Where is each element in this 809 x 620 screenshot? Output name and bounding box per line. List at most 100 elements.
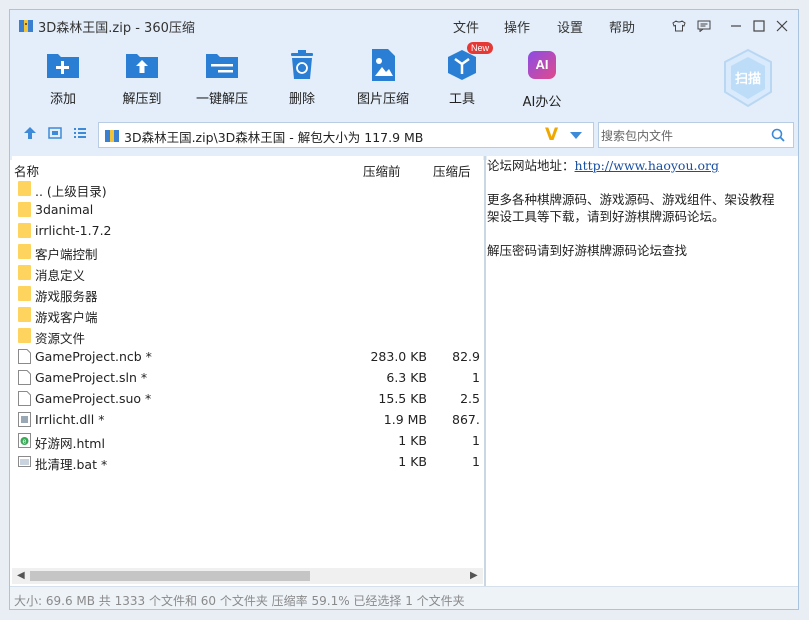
close-icon[interactable]: [771, 16, 793, 36]
one-click-extract-button[interactable]: 一键解压: [182, 48, 262, 107]
folder-icon: [18, 223, 31, 238]
file-name: 3danimal: [35, 202, 94, 217]
add-button[interactable]: 添加: [23, 48, 103, 107]
add-folder-icon: [47, 54, 79, 78]
ai-icon: AI: [528, 51, 556, 79]
file-size: 1.9 MB: [383, 412, 427, 427]
minimize-icon[interactable]: [725, 16, 747, 36]
file-name: 资源文件: [35, 331, 86, 346]
feedback-icon[interactable]: [693, 16, 715, 36]
folder-icon: [18, 307, 31, 322]
file-row[interactable]: 消息定义: [12, 262, 483, 283]
menu-file[interactable]: 文件: [453, 17, 479, 36]
file-size: 15.5 KB: [378, 391, 427, 406]
app-window: 3D森林王国.zip - 360压缩 文件 操作 设置 帮助 添加 解压到 一键…: [9, 9, 799, 610]
menu-help[interactable]: 帮助: [609, 17, 635, 36]
folder-icon: [18, 244, 31, 259]
file-row[interactable]: 资源文件: [12, 325, 483, 346]
scan-label: 扫描: [734, 72, 761, 87]
one-click-extract-label: 一键解压: [195, 92, 248, 107]
file-row[interactable]: 游戏服务器: [12, 283, 483, 304]
file-row[interactable]: GameProject.sln * 6.3 KB 1: [12, 367, 483, 388]
comment-line-3: 架设工具等下载，请到好游棋牌源码论坛。: [487, 209, 725, 224]
file-row[interactable]: Irrlicht.dll * 1.9 MB 867.0: [12, 409, 483, 430]
file-row[interactable]: 3danimal: [12, 199, 483, 220]
search-icon[interactable]: [771, 128, 785, 142]
verify-check-icon[interactable]: V: [545, 125, 558, 145]
image-compress-button[interactable]: 图片压缩: [343, 48, 423, 107]
scroll-thumb[interactable]: [30, 571, 310, 581]
file-packed-size: 1: [472, 433, 480, 448]
search-box: [598, 122, 794, 149]
delete-label: 删除: [288, 92, 315, 107]
scroll-left-icon[interactable]: ◀: [17, 570, 25, 581]
file-rows: .. (上级目录) 3danimal irrlicht-1.7.2 客户端控制 消息定义…: [12, 178, 483, 472]
extract-to-button[interactable]: 解压到: [102, 48, 182, 107]
image-compress-icon: [372, 49, 395, 81]
pane-divider[interactable]: [484, 156, 486, 586]
document-file-icon: [18, 370, 31, 385]
file-row[interactable]: GameProject.ncb * 283.0 KB 82.9: [12, 346, 483, 367]
file-name: irrlicht-1.7.2: [35, 223, 112, 238]
file-name: 批清理.bat *: [35, 457, 108, 472]
skin-icon[interactable]: [668, 16, 690, 36]
file-name: GameProject.ncb *: [35, 349, 152, 364]
file-row[interactable]: GameProject.suo * 15.5 KB 2.5: [12, 388, 483, 409]
folder-icon: [18, 202, 31, 217]
comment-pane: 论坛网站地址：http://www.haoyou.org 更多各种棋牌源码、游戏…: [487, 156, 798, 586]
horizontal-scrollbar[interactable]: ◀ ▶: [12, 568, 483, 584]
list-view-icon[interactable]: [72, 125, 88, 141]
maximize-icon[interactable]: [748, 16, 770, 36]
path-dropdown-icon[interactable]: [570, 132, 582, 139]
file-row[interactable]: irrlicht-1.7.2: [12, 220, 483, 241]
dll-file-icon: [18, 412, 31, 427]
list-header: 名称 压缩前 压缩后: [12, 156, 483, 179]
ai-office-button[interactable]: AI AI办公: [502, 48, 582, 110]
file-row[interactable]: 客户端控制: [12, 241, 483, 262]
extract-folder-icon: [126, 54, 158, 78]
file-name: 游戏客户端: [35, 310, 98, 325]
file-name: GameProject.sln *: [35, 370, 148, 385]
file-name: 游戏服务器: [35, 289, 98, 304]
path-bar[interactable]: 3D森林王国.zip\3D森林王国 - 解包大小为 117.9 MB V: [98, 122, 594, 148]
status-bar: 大小: 69.6 MB 共 1333 个文件和 60 个文件夹 压缩率 59.1…: [10, 586, 798, 609]
svg-text:e: e: [23, 439, 27, 446]
file-list: 名称 压缩前 压缩后 .. (上级目录) 3danimal irrlicht-1.7…: [12, 156, 483, 586]
file-name: GameProject.suo *: [35, 391, 152, 406]
menu-settings[interactable]: 设置: [557, 17, 583, 36]
file-name: Irrlicht.dll *: [35, 412, 105, 427]
file-packed-size: 1: [472, 370, 480, 385]
zip-archive-icon: [105, 130, 119, 142]
ai-icon-text: AI: [535, 57, 549, 72]
document-file-icon: [18, 391, 31, 406]
scroll-right-icon[interactable]: ▶: [470, 570, 478, 581]
menu-operate[interactable]: 操作: [504, 17, 530, 36]
file-row[interactable]: e 好游网.html 1 KB 1: [12, 430, 483, 451]
one-click-extract-icon: [206, 54, 238, 78]
tools-button[interactable]: New 工具: [422, 42, 502, 107]
file-row[interactable]: 游戏客户端: [12, 304, 483, 325]
add-label: 添加: [49, 92, 76, 107]
up-arrow-icon[interactable]: [22, 125, 38, 141]
delete-button[interactable]: 删除: [262, 48, 342, 107]
file-packed-size: 2.5: [460, 391, 480, 406]
comment-site-link[interactable]: http://www.haoyou.org: [575, 158, 719, 173]
folder-icon: [18, 286, 31, 301]
file-size: 1 KB: [398, 454, 427, 469]
scan-button[interactable]: 扫描: [722, 48, 774, 108]
file-packed-size: 1: [472, 454, 480, 469]
title-bar: 3D森林王国.zip - 360压缩 文件 操作 设置 帮助: [10, 10, 798, 42]
file-name: .. (上级目录): [35, 184, 107, 199]
folder-icon: [18, 328, 31, 343]
folder-icon: [18, 265, 31, 280]
comment-line-2: 更多各种棋牌源码、游戏源码、游戏组件、架设教程: [487, 192, 775, 207]
document-file-icon: [18, 349, 31, 364]
file-size: 283.0 KB: [370, 349, 427, 364]
new-badge: New: [467, 42, 494, 54]
file-row[interactable]: 批清理.bat * 1 KB 1: [12, 451, 483, 472]
file-row[interactable]: .. (上级目录): [12, 178, 483, 199]
comment-site-line: 论坛网站地址：http://www.haoyou.org: [487, 157, 719, 174]
thumbnail-view-icon[interactable]: [47, 125, 63, 141]
file-size: 1 KB: [398, 433, 427, 448]
search-input[interactable]: [599, 123, 763, 149]
